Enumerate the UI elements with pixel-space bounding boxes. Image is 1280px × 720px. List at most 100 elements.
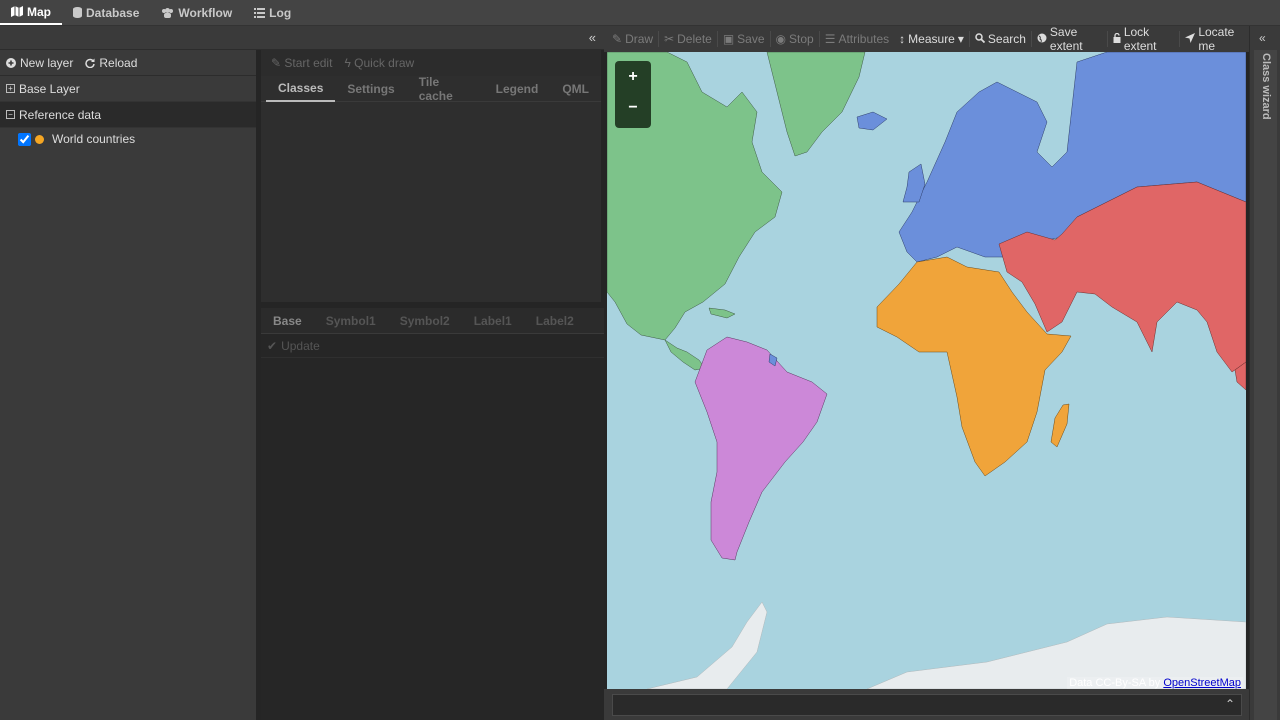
update-label: Update	[281, 338, 320, 353]
tab-base[interactable]: Base	[261, 308, 314, 334]
layer-item-label: World countries	[52, 132, 136, 146]
editor-body: ✎ Start edit ϟ Quick draw Classes Settin…	[261, 50, 601, 103]
central-america-region	[664, 339, 706, 371]
search-icon	[975, 32, 986, 46]
reload-label: Reload	[99, 55, 138, 70]
tab-label1[interactable]: Label1	[462, 308, 524, 334]
zoom-in-button[interactable]: +	[615, 61, 651, 92]
tab-log-label: Log	[269, 5, 292, 20]
class-wizard-sidebar: « Class wizard	[1249, 26, 1280, 720]
tab-map-label: Map	[27, 4, 51, 19]
caribbean-islands-region	[708, 307, 736, 319]
layer-group-base[interactable]: + Base Layer	[0, 76, 256, 102]
search-button[interactable]: Search	[970, 31, 1032, 47]
layer-group-label: Reference data	[19, 107, 102, 122]
iceland-region	[856, 111, 888, 131]
new-layer-button[interactable]: New layer	[0, 50, 79, 76]
bolt-icon: ϟ	[344, 56, 351, 70]
madagascar-region	[1050, 403, 1070, 448]
zoom-out-button[interactable]: −	[615, 92, 651, 123]
tab-symbol1[interactable]: Symbol1	[314, 308, 388, 334]
list-icon	[254, 7, 266, 18]
class-wizard-tab[interactable]	[1254, 50, 1277, 720]
collapse-icon[interactable]: −	[6, 110, 15, 119]
lock-extent-button[interactable]: Lock extent	[1108, 25, 1181, 53]
antarctica-region	[646, 601, 768, 689]
layer-item-world-countries[interactable]: World countries	[0, 128, 256, 150]
new-layer-label: New layer	[20, 55, 74, 70]
caret-down-icon: ▾	[957, 32, 964, 46]
locate-me-label: Locate me	[1198, 25, 1235, 53]
save-extent-label: Save extent	[1049, 25, 1083, 53]
south-america-region	[694, 336, 828, 561]
editor-tabs: Classes Settings Tile cache Legend QML	[261, 75, 601, 103]
tab-symbol2[interactable]: Symbol2	[388, 308, 462, 334]
save-extent-button[interactable]: Save extent	[1032, 25, 1108, 53]
scissors-icon: ✂	[664, 32, 675, 46]
tab-classes[interactable]: Classes	[266, 76, 336, 102]
delete-button[interactable]: ✂ Delete	[659, 31, 718, 47]
zoom-control: + −	[615, 61, 651, 128]
greenland-region	[766, 52, 866, 157]
map-attribution: Data CC-By-SA by OpenStreetMap	[1067, 677, 1243, 689]
workflow-icon	[161, 7, 174, 18]
pencil-icon: ✎	[271, 56, 282, 70]
tab-legend[interactable]: Legend	[484, 76, 551, 102]
globe-icon	[1037, 32, 1047, 46]
tab-settings[interactable]: Settings	[335, 76, 406, 102]
layer-panel-header	[0, 26, 256, 50]
quick-draw-button[interactable]: ϟ Quick draw	[344, 56, 414, 70]
locate-me-button[interactable]: Locate me	[1180, 25, 1249, 53]
save-label: Save	[737, 32, 765, 46]
arrows-vertical-icon: ↕	[899, 32, 906, 46]
delete-label: Delete	[677, 32, 712, 46]
class-wizard-label: Class wizard	[1260, 53, 1272, 120]
feature-info-field[interactable]	[612, 694, 1242, 716]
tab-database[interactable]: Database	[62, 0, 150, 25]
tab-database-label: Database	[86, 5, 140, 20]
plus-circle-icon	[6, 57, 16, 68]
start-edit-button[interactable]: ✎ Start edit	[271, 56, 332, 70]
layer-swatch-icon	[35, 134, 44, 144]
map-bottom-bar: ⌃	[604, 689, 1249, 720]
stop-button[interactable]: ◉ Stop	[771, 31, 820, 47]
tab-map[interactable]: Map	[0, 0, 62, 25]
attributes-button[interactable]: ☰ Attributes	[820, 31, 894, 47]
map-toolbar: ✎ Draw ✂ Delete ▣ Save ◉ Stop ☰ Attributes ↕ M…	[604, 25, 1249, 53]
quick-draw-label: Quick draw	[354, 56, 415, 70]
tab-tile-cache[interactable]: Tile cache	[407, 75, 484, 103]
measure-dropdown[interactable]: ↕ Measure ▾	[894, 31, 970, 47]
tab-label2[interactable]: Label2	[524, 308, 586, 334]
layer-visibility-checkbox[interactable]	[18, 132, 31, 146]
search-label: Search	[987, 32, 1026, 46]
layer-group-reference[interactable]: − Reference data	[0, 102, 256, 128]
tab-workflow[interactable]: Workflow	[150, 0, 243, 25]
tab-qml[interactable]: QML	[550, 76, 601, 102]
layer-group-label: Base Layer	[19, 81, 80, 96]
attribution-text: Data CC-By-SA by	[1069, 677, 1161, 689]
map-canvas[interactable]: + − Data CC-By-SA by OpenStreetMap	[607, 52, 1246, 689]
editor-header: «	[256, 26, 604, 50]
stop-icon: ◉	[775, 32, 787, 46]
style-editor: Base Symbol1 Symbol2 Label1 Label2 ✔ Upd…	[261, 308, 604, 720]
pencil-icon: ✎	[612, 32, 623, 46]
map-icon	[11, 6, 23, 17]
double-chevron-left-icon[interactable]: «	[589, 30, 596, 45]
start-edit-label: Start edit	[284, 56, 333, 70]
lock-extent-label: Lock extent	[1123, 25, 1157, 53]
attributes-label: Attributes	[838, 32, 890, 46]
save-button[interactable]: ▣ Save	[718, 31, 771, 47]
location-arrow-icon	[1185, 32, 1196, 46]
expand-icon[interactable]: +	[6, 84, 15, 93]
draw-button[interactable]: ✎ Draw	[604, 31, 660, 47]
double-chevron-up-icon[interactable]: ⌃	[1225, 697, 1235, 711]
draw-label: Draw	[625, 32, 654, 46]
double-chevron-left-icon[interactable]: «	[1259, 31, 1266, 45]
attribution-link[interactable]: OpenStreetMap	[1163, 677, 1241, 689]
world-map	[607, 52, 1246, 689]
reload-button[interactable]: Reload	[79, 50, 143, 76]
tab-log[interactable]: Log	[243, 0, 302, 25]
database-icon	[73, 7, 82, 18]
update-button[interactable]: ✔ Update	[261, 334, 604, 358]
style-tabs: Base Symbol1 Symbol2 Label1 Label2	[261, 308, 604, 334]
